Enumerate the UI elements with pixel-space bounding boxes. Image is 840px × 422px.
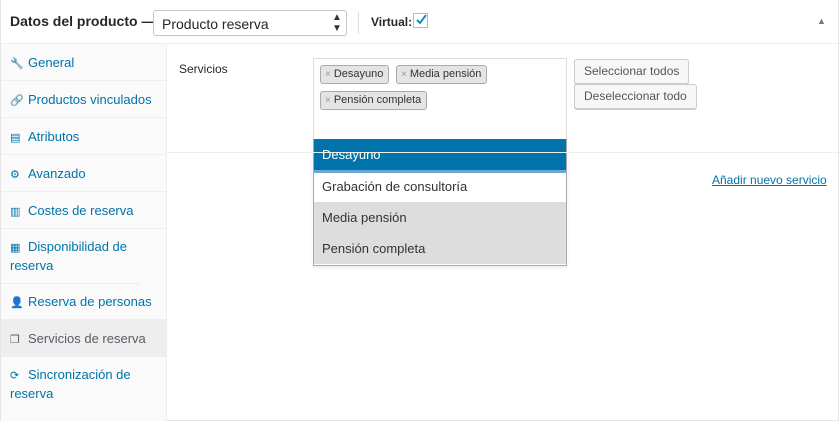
sidebar-item-availability[interactable]: ▦ Disponibilidad de reserva [1,229,141,284]
services-label: Servicios [179,62,228,76]
collapse-icon[interactable]: ▲ [817,16,826,26]
selected-chip[interactable]: × Desayuno [320,65,390,84]
deselect-all-button[interactable]: Deseleccionar todo [574,84,697,109]
remove-icon[interactable]: × [401,69,407,80]
sidebar-item-persons[interactable]: 👤 Reserva de personas [1,284,167,320]
add-service-link[interactable]: Añadir nuevo servicio [712,173,827,187]
select-all-button[interactable]: Seleccionar todos [574,59,690,84]
calendar-icon: ▦ [10,242,21,254]
link-icon: 🔗 [10,95,24,107]
chip-label: Pensión completa [333,94,422,106]
wrench-icon: 🔧 [10,58,24,70]
checkmark-icon [416,14,427,25]
panel-title: Datos del producto — [10,13,156,29]
sidebar-item-booking-costs[interactable]: ▥ Costes de reserva [1,192,167,229]
dropdown-option[interactable]: Media pensión [314,202,566,233]
header-divider [358,12,359,34]
sidebar-item-label: Costes de reserva [28,203,134,218]
select-arrows-icon: ▲ ▼ [332,12,342,34]
sidebar-item-label: Sincronización de reserva [10,367,131,401]
product-type-value: Producto reserva [162,16,269,32]
sidebar-item-advanced[interactable]: ⚙ Avanzado [1,155,167,192]
services-multiselect[interactable]: × Desayuno × Media pensión × Pensión comple… [313,58,567,142]
chip-label: Media pensión [409,68,482,80]
sidebar-item-label: Atributos [28,129,80,144]
sidebar-item-resources[interactable]: ❐ Servicios de reserva [1,320,167,357]
virtual-label: Virtual: [371,15,413,29]
person-icon: 👤 [10,297,24,309]
sync-icon: ⟳ [10,370,20,382]
sidebar-item-label: Disponibilidad de reserva [10,239,128,273]
dropdown-option[interactable]: Desayuno [314,139,566,170]
sidebar-item-label: Reserva de personas [28,294,152,309]
section-divider [167,152,840,153]
sidebar-item-label: General [28,55,75,70]
sidebar-item-sync[interactable]: ⟳ Sincronización de reserva [1,357,141,411]
panel-header: Datos del producto — Producto reserva ▲ ▼… [1,0,840,44]
chip-label: Desayuno [333,68,384,80]
sidebar-item-label: Servicios de reserva [28,331,146,346]
sidebar-item-label: Productos vinculados [28,92,152,107]
remove-icon[interactable]: × [325,95,331,106]
virtual-checkbox[interactable] [413,13,428,28]
sidebar-item-attributes[interactable]: ▤ Atributos [1,118,167,155]
selected-chip[interactable]: × Media pensión [396,65,488,84]
selected-chip[interactable]: × Pensión completa [320,91,428,110]
sidebar-item-general[interactable]: 🔧 General [1,44,167,81]
dropdown-option[interactable]: Pensión completa [314,233,566,264]
chart-icon: ▥ [10,206,21,218]
gear-icon: ⚙ [10,169,20,181]
remove-icon[interactable]: × [325,69,331,80]
sidebar-item-label: Avanzado [28,166,86,181]
product-data-panel: Datos del producto — Producto reserva ▲ ▼… [0,0,840,421]
list-icon: ▤ [10,132,21,144]
services-dropdown: Desayuno Grabación de consultoría Media … [313,139,567,266]
sidebar-item-linked-products[interactable]: 🔗 Productos vinculados [1,81,167,118]
window-icon: ❐ [10,334,20,346]
product-type-select[interactable]: Producto reserva ▲ ▼ [153,10,347,36]
dropdown-option[interactable]: Grabación de consultoría [314,171,566,202]
sidebar-tabs: 🔧 General 🔗 Productos vinculados ▤ Atributo… [1,44,167,421]
